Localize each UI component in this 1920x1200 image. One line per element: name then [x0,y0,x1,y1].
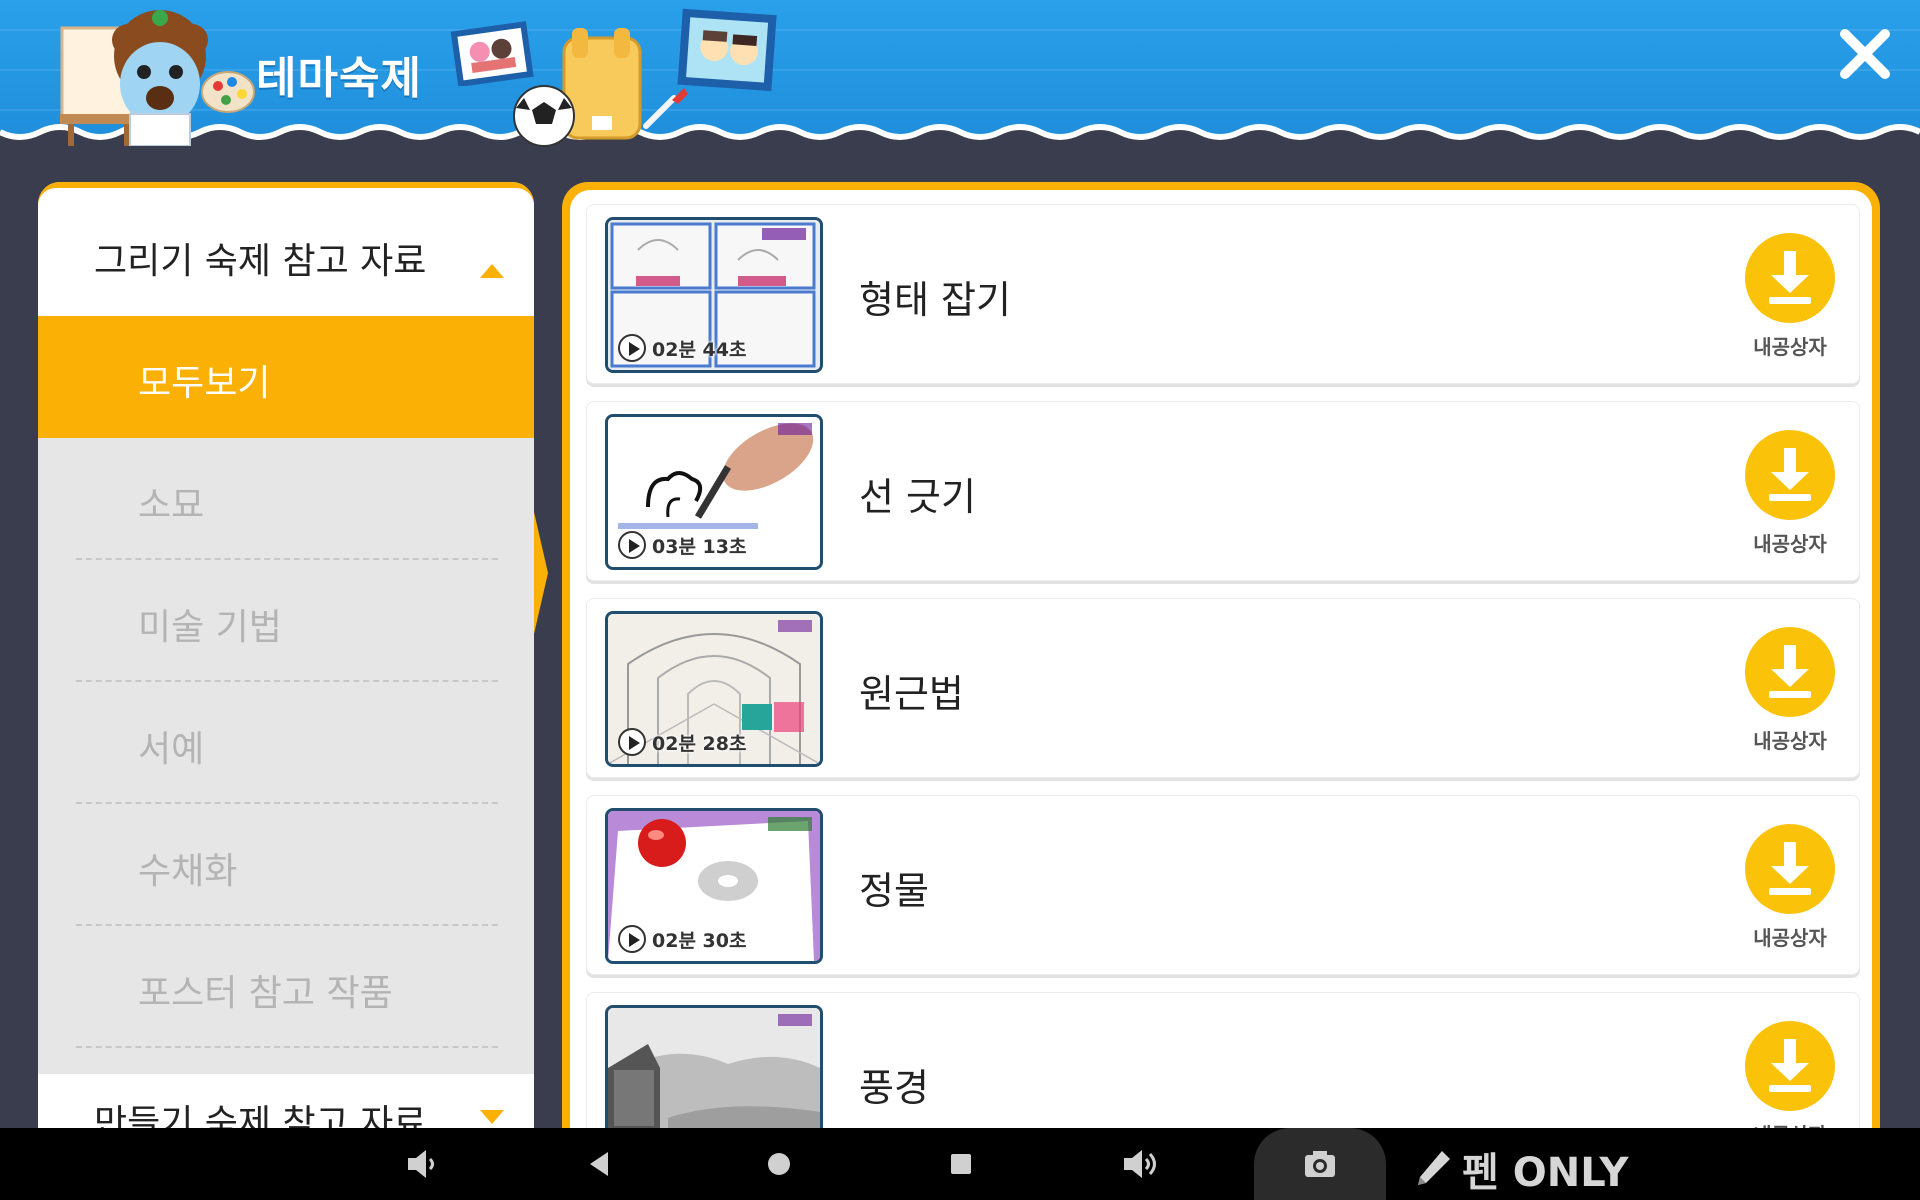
download-icon [1745,233,1835,323]
download-button[interactable]: 내공상자 [1743,627,1837,753]
sidebar-item-calligraphy[interactable]: 서예 [38,682,534,804]
download-label: 내공상자 [1743,1119,1837,1128]
app-title: 테마숙제 [256,53,422,104]
duration-text: 02분 44초 [652,338,747,361]
divider [76,1046,498,1048]
video-thumbnail[interactable]: 02분 30초 [605,808,823,964]
pen-only-toggle[interactable]: 펜 ONLY [1414,1140,1628,1198]
sidebar-content: 그리기 숙제 참고 자료 모두보기 소묘 미술 기법 서예 수채화 포스터 참고… [38,188,534,1128]
paintbrush-decoration [643,88,688,129]
sidebar-item-all[interactable]: 모두보기 [38,316,534,438]
app-header: 테마숙제 [0,0,1920,160]
duration-text: 03분 13초 [652,535,747,558]
active-item-pointer [534,512,548,634]
volume-down-button[interactable] [400,1128,440,1200]
video-title[interactable]: 원근법 [859,663,964,718]
duration-text: 02분 30초 [652,929,747,952]
list-item: 02분 28초 원근법 내공상자 [586,598,1860,778]
download-label: 내공상자 [1753,335,1827,359]
download-label: 내공상자 [1753,532,1827,556]
back-button[interactable] [584,1128,614,1200]
video-title[interactable]: 형태 잡기 [859,269,1011,324]
duration-badge: 02분 44초 [618,334,746,362]
category-drawing-reference[interactable]: 그리기 숙제 참고 자료 [38,188,534,316]
video-thumbnail[interactable]: 02분 28초 [605,611,823,767]
volume-up-button[interactable] [1120,1128,1160,1200]
duration-badge: 02분 30초 [618,925,746,953]
play-icon [618,334,646,362]
kids-picture-frame-decoration [677,8,777,92]
category-making-reference[interactable]: 만들기 숙제 참고 자료 [38,1074,534,1128]
duration-badge: 03분 13초 [618,531,746,559]
sidebar-item-watercolor[interactable]: 수채화 [38,804,534,926]
sidebar-item-poster-reference[interactable]: 포스터 참고 작품 [38,926,534,1048]
close-icon [1840,29,1890,79]
download-icon [1745,430,1835,520]
ball-and-bag-decoration [513,28,642,147]
video-thumbnail[interactable]: 02분 44초 [605,217,823,373]
camera-icon [1305,1151,1335,1177]
pen-only-label: 펜 ONLY [1462,1150,1629,1196]
download-label: 내공상자 [1753,729,1827,753]
recents-icon [951,1154,971,1174]
mascot-painter-illustration [60,10,255,146]
play-icon [618,531,646,559]
list-item: 02분 30초 정물 내공상자 [586,795,1860,975]
sidebar-item-art-technique[interactable]: 미술 기법 [38,560,534,682]
expand-arrow-icon [480,1110,504,1124]
play-icon [618,728,646,756]
video-title[interactable]: 정물 [859,860,929,915]
video-thumbnail[interactable]: 03분 13초 [605,414,823,570]
duration-badge: 02분 28초 [618,728,746,756]
list-item: 02분 44초 형태 잡기 내공상자 [586,204,1860,384]
home-icon [768,1153,790,1175]
download-icon [1745,1021,1835,1111]
video-title[interactable]: 풍경 [859,1057,929,1112]
video-title[interactable]: 선 긋기 [859,466,976,521]
volume-up-icon [1124,1150,1156,1178]
download-label: 내공상자 [1753,926,1827,950]
category-label: 그리기 숙제 참고 자료 [94,241,427,282]
sidebar-item-label: 모두보기 [138,363,271,404]
download-button[interactable]: 내공상자 [1743,824,1837,950]
video-list-panel: 02분 44초 형태 잡기 내공상자 03분 13초 선 긋기 내공상자 02분… [562,182,1880,1128]
play-icon [618,925,646,953]
download-button[interactable]: 내공상자 [1743,1021,1837,1128]
list-item: 03분 13초 선 긋기 내공상자 [586,401,1860,581]
category-sidebar: 그리기 숙제 참고 자료 모두보기 소묘 미술 기법 서예 수채화 포스터 참고… [38,182,548,1128]
system-nav-bar: 펜 ONLY [0,1128,1920,1200]
sidebar-item-sketch[interactable]: 소묘 [38,438,534,560]
sidebar-item-label: 포스터 참고 작품 [138,973,393,1014]
video-list[interactable]: 02분 44초 형태 잡기 내공상자 03분 13초 선 긋기 내공상자 02분… [570,190,1872,1128]
download-button[interactable]: 내공상자 [1743,430,1837,556]
home-button[interactable] [764,1128,794,1200]
recents-button[interactable] [946,1128,976,1200]
sidebar-item-label: 미술 기법 [138,607,282,648]
list-item: 풍경 내공상자 [586,992,1860,1128]
thumbnail-image [608,1008,820,1128]
close-button[interactable] [1835,24,1895,84]
collapse-arrow-icon [480,264,504,278]
sidebar-item-label: 소묘 [138,485,205,526]
download-button[interactable]: 내공상자 [1743,233,1837,359]
duration-text: 02분 28초 [652,732,747,755]
sidebar-item-label: 수채화 [138,851,238,892]
back-icon [590,1152,608,1176]
download-icon [1745,627,1835,717]
video-thumbnail[interactable] [605,1005,823,1128]
sidebar-item-label: 서예 [138,729,205,770]
pencil-icon [1418,1151,1450,1185]
category-label: 만들기 숙제 참고 자료 [94,1103,427,1128]
volume-down-icon [408,1150,434,1178]
screenshot-button[interactable] [1254,1128,1386,1200]
download-icon [1745,824,1835,914]
